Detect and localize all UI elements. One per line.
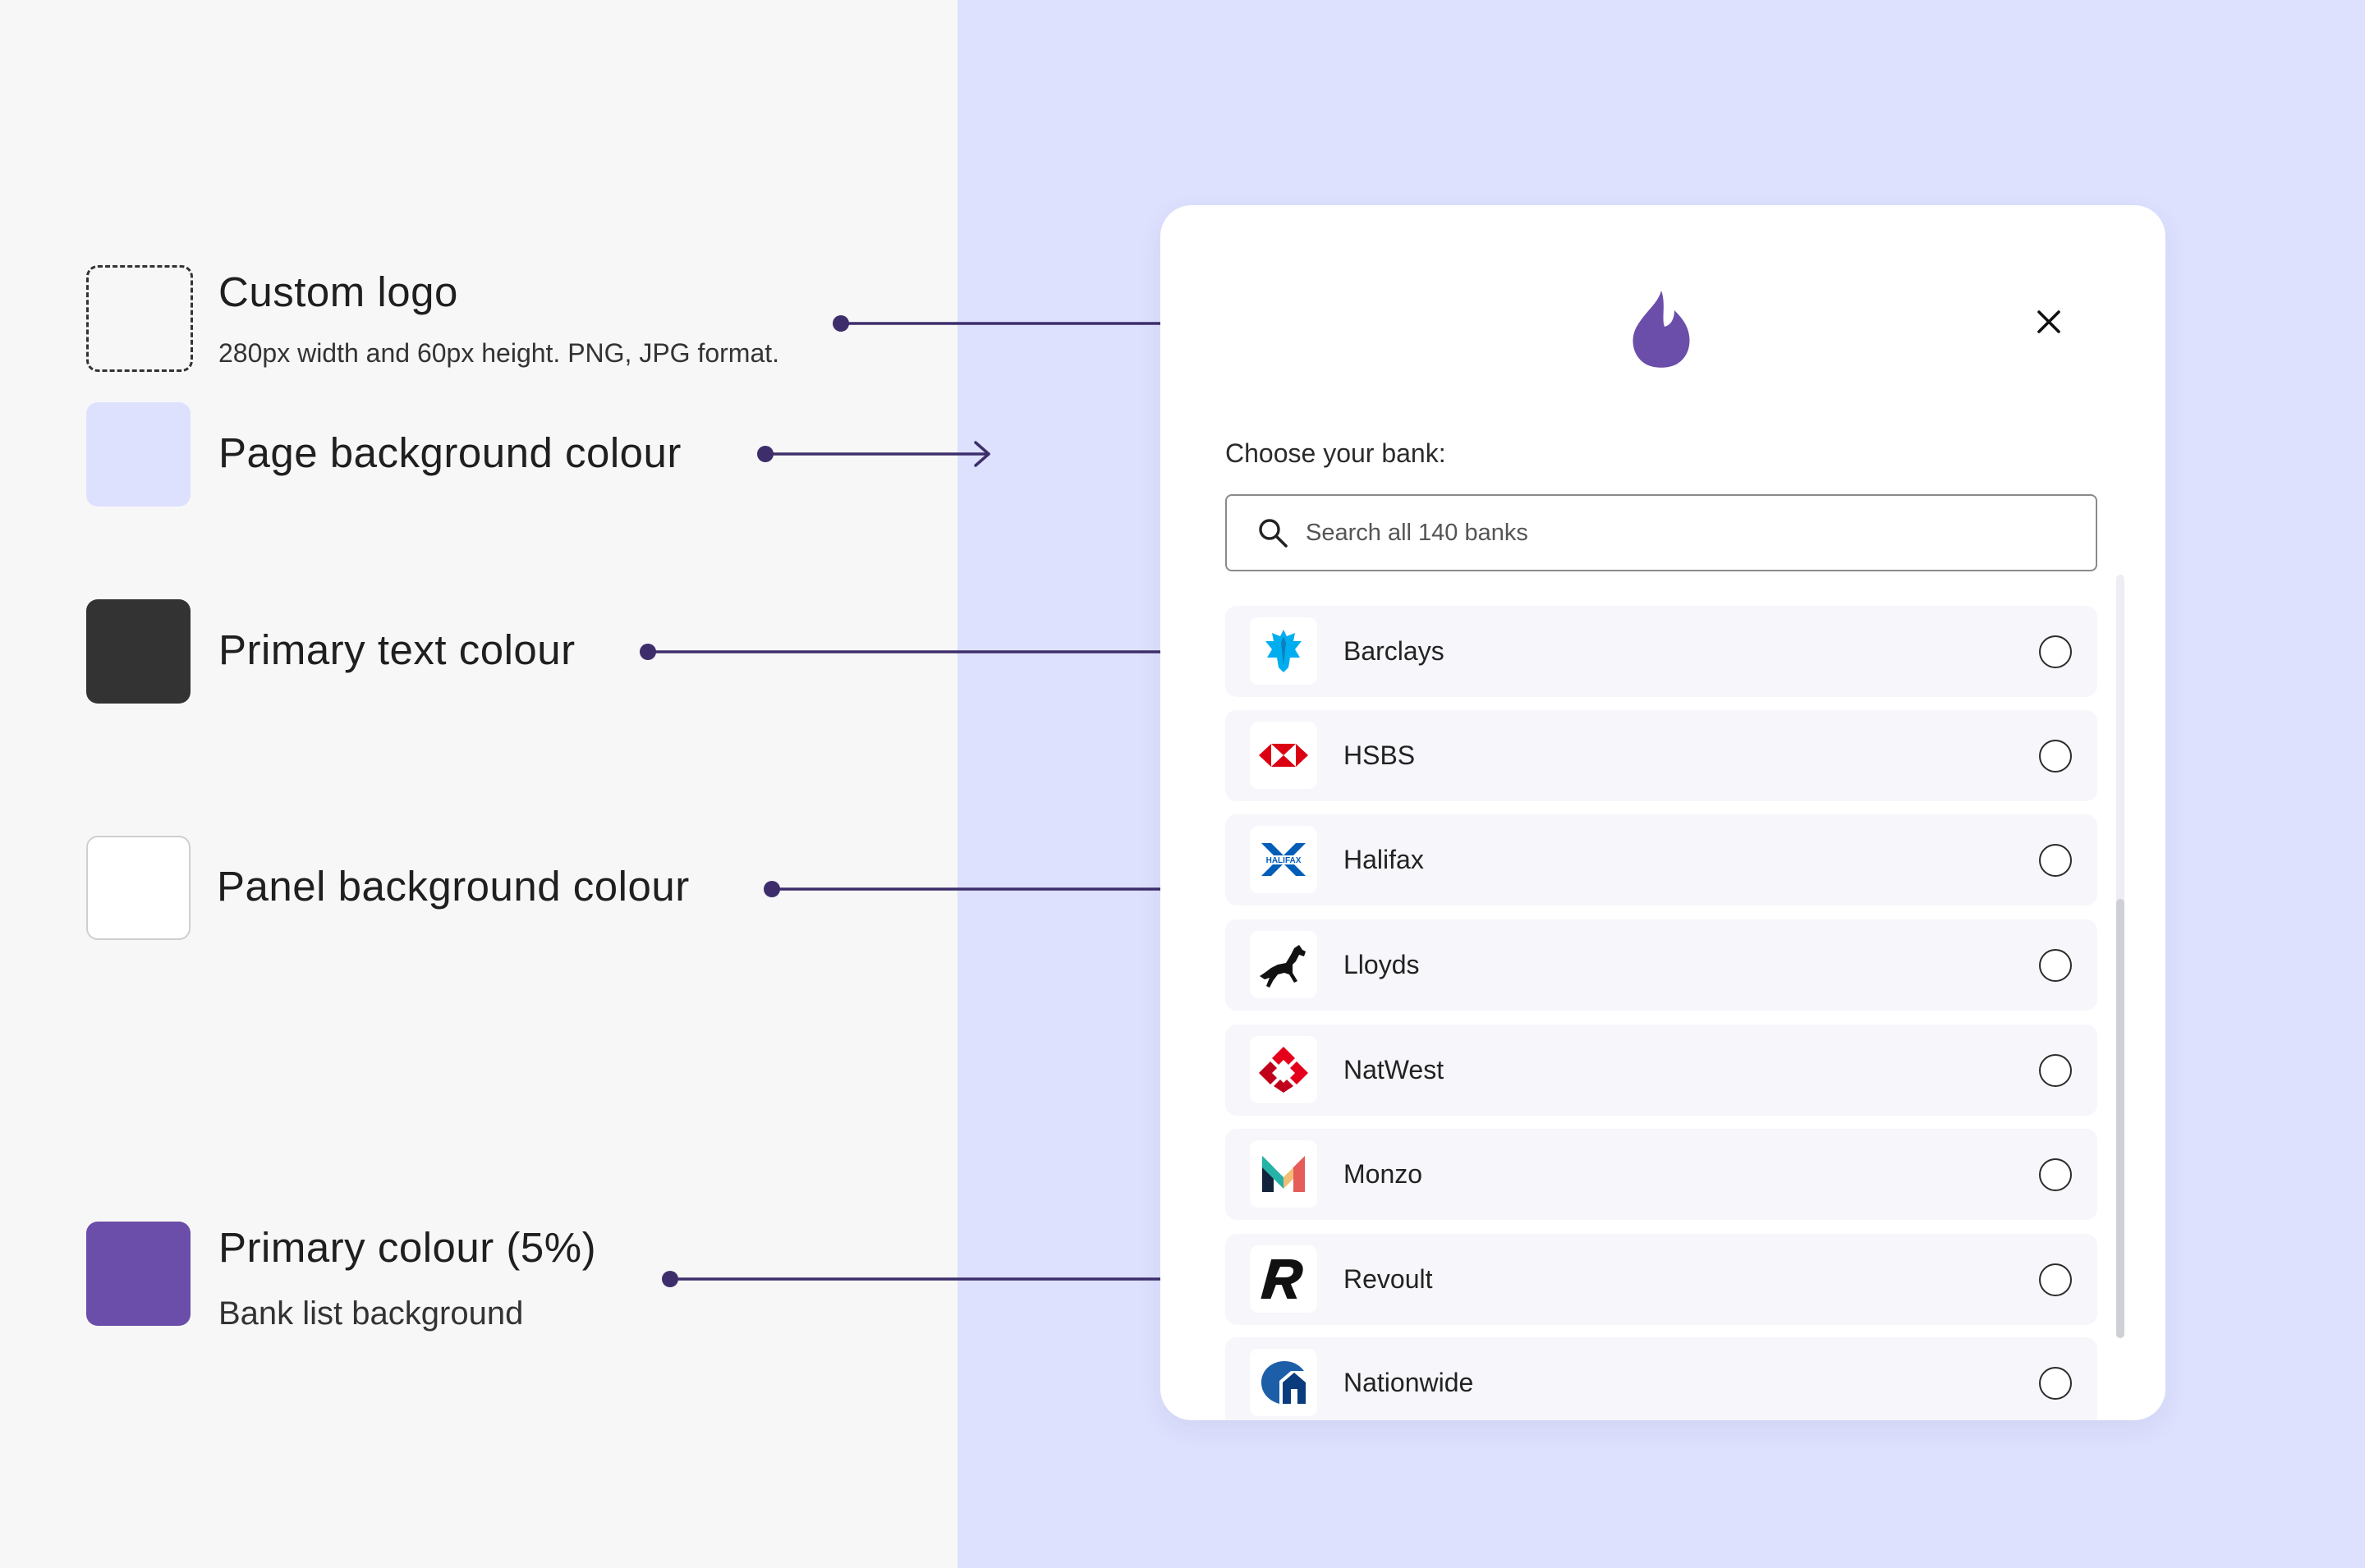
primary-text-swatch: [86, 599, 191, 704]
choose-bank-label: Choose your bank:: [1225, 438, 1446, 468]
bank-item-revoult[interactable]: Revoult: [1225, 1234, 2097, 1325]
custom-logo-title: Custom logo: [218, 268, 458, 315]
bank-item-monzo[interactable]: Monzo: [1225, 1129, 2097, 1220]
custom-logo-placeholder: [86, 265, 193, 372]
bank-item-natwest[interactable]: NatWest: [1225, 1025, 2097, 1116]
halifax-logo-text: HALIFAX: [1266, 856, 1302, 865]
primary-colour-subtitle: Bank list background: [218, 1295, 524, 1332]
page-background-title: Page background colour: [218, 429, 682, 476]
flame-logo-icon: [1628, 287, 1694, 369]
primary-colour-title: Primary colour (5%): [218, 1224, 597, 1271]
bank-name: HSBS: [1343, 740, 1416, 770]
search-icon: [1259, 519, 1288, 548]
bank-name: Halifax: [1343, 845, 1424, 874]
panel-background-title: Panel background colour: [217, 863, 690, 910]
bank-item-halifax[interactable]: HALIFAX Halifax: [1225, 814, 2097, 905]
bank-name: NatWest: [1343, 1055, 1444, 1084]
bank-radio[interactable]: [2039, 1263, 2072, 1296]
bank-name: Monzo: [1343, 1159, 1423, 1189]
revolut-r-icon: [1250, 1245, 1317, 1313]
bank-item-nationwide[interactable]: Nationwide: [1225, 1337, 2097, 1420]
bank-radio[interactable]: [2039, 1158, 2072, 1191]
bank-list-scrollbar[interactable]: [2116, 575, 2124, 1338]
bank-radio[interactable]: [2039, 949, 2072, 982]
bank-radio[interactable]: [2039, 740, 2072, 773]
panel-background-swatch: [86, 836, 191, 940]
close-icon: [2037, 310, 2060, 333]
bank-item-lloyds[interactable]: Lloyds: [1225, 919, 2097, 1011]
monzo-m-icon: [1250, 1140, 1317, 1208]
bank-radio[interactable]: [2039, 1367, 2072, 1400]
bank-selection-panel: Choose your bank: Barclays: [1160, 205, 2165, 1420]
bank-item-barclays[interactable]: Barclays: [1225, 606, 2097, 697]
close-button[interactable]: [2031, 304, 2067, 340]
primary-text-title: Primary text colour: [218, 626, 576, 673]
halifax-x-icon: HALIFAX: [1250, 826, 1317, 893]
bank-radio[interactable]: [2039, 635, 2072, 668]
bank-search-input[interactable]: [1304, 518, 2096, 548]
nationwide-house-icon: [1250, 1349, 1317, 1416]
scrollbar-thumb[interactable]: [2116, 899, 2124, 1338]
bank-radio[interactable]: [2039, 844, 2072, 877]
bank-name: Lloyds: [1343, 950, 1420, 979]
left-panel-background: [0, 0, 957, 1568]
primary-colour-swatch: [86, 1222, 191, 1326]
barclays-eagle-icon: [1250, 617, 1317, 685]
hsbc-hexagon-icon: [1250, 722, 1317, 789]
bank-name: Revoult: [1343, 1264, 1433, 1294]
bank-search-box[interactable]: [1225, 494, 2097, 571]
natwest-cubes-icon: [1250, 1036, 1317, 1103]
bank-name: Nationwide: [1343, 1368, 1474, 1397]
page-background-swatch: [86, 402, 191, 507]
bank-radio[interactable]: [2039, 1054, 2072, 1087]
custom-logo-subtitle: 280px width and 60px height. PNG, JPG fo…: [218, 338, 780, 368]
bank-name: Barclays: [1343, 636, 1444, 666]
bank-item-hsbs[interactable]: HSBS: [1225, 710, 2097, 801]
lloyds-horse-icon: [1250, 931, 1317, 998]
